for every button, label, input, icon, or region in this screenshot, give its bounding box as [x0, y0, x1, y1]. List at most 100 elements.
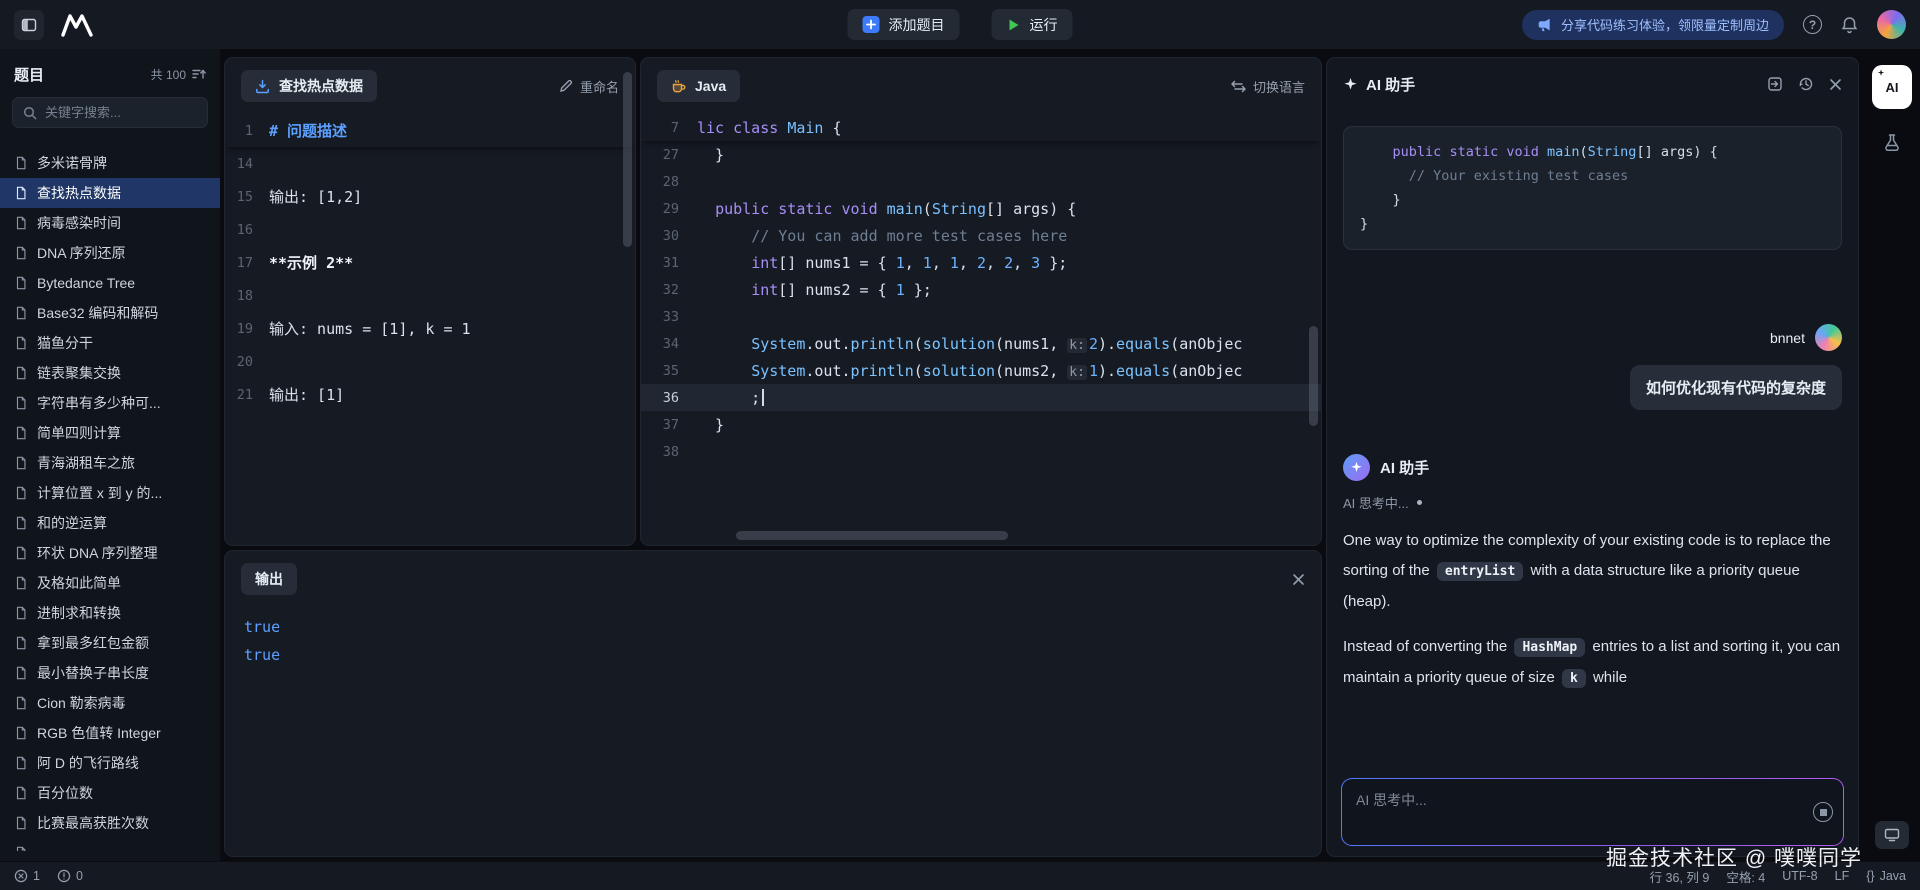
eol-setting[interactable]: LF	[1835, 869, 1850, 883]
markdown-line-text[interactable]: 输出: [1]	[269, 384, 635, 405]
sidebar-item[interactable]: Cion 勒索病毒	[0, 688, 220, 718]
sidebar-item-label: 链表聚集交换	[37, 363, 121, 383]
warnings-count: 0	[76, 869, 83, 883]
warnings-indicator[interactable]: 0	[57, 869, 83, 883]
line-number: 7	[641, 120, 697, 136]
sidebar-item[interactable]: 猫鱼分干	[0, 328, 220, 358]
code-line-text[interactable]: lic class Main {	[697, 119, 1321, 137]
sidebar-item[interactable]: 字符串有多少种可...	[0, 388, 220, 418]
editor-horizontal-scrollbar[interactable]	[736, 531, 1008, 540]
sidebar-item[interactable]: 简单四则计算	[0, 418, 220, 448]
markdown-line-text[interactable]: **示例 2**	[269, 252, 635, 273]
code-line-text[interactable]: int[] nums2 = { 1 };	[697, 281, 1321, 299]
search-input[interactable]	[45, 105, 195, 120]
panel-toggle-button[interactable]	[1875, 821, 1909, 849]
status-bar: 1 0 行 36, 列 9 空格: 4 UTF-8 LF {} Java	[0, 861, 1920, 890]
sidebar-item[interactable]: 链表聚集交换	[0, 358, 220, 388]
code-line: 33	[641, 303, 1321, 330]
indent-setting[interactable]: 空格: 4	[1726, 867, 1765, 886]
sidebar-item[interactable]: 百分位数	[0, 778, 220, 808]
switch-language-button[interactable]: 切换语言	[1231, 77, 1305, 96]
sidebar-toggle-button[interactable]	[14, 10, 44, 40]
output-tab[interactable]: 输出	[241, 563, 297, 595]
code-line-text[interactable]: System.out.println(solution(nums2, k:1).…	[697, 362, 1321, 380]
flask-icon	[1883, 133, 1901, 152]
sidebar-item[interactable]: 最小替换子串长度	[0, 658, 220, 688]
sidebar-item-label: 环状 DNA 序列整理	[37, 543, 158, 563]
output-lines: truetrue	[225, 607, 1321, 669]
sidebar-item[interactable]: 阿 D 的飞行路线	[0, 748, 220, 778]
editor-header: Java 切换语言	[641, 58, 1321, 114]
markdown-line-text[interactable]: # 问题描述	[269, 120, 635, 141]
problem-scrollbar[interactable]	[623, 72, 632, 247]
sidebar-item[interactable]: Bytedance Tree	[0, 268, 220, 298]
thinking-dot-icon	[1417, 500, 1422, 505]
sidebar-item[interactable]: 拿到最多红包金额	[0, 628, 220, 658]
help-icon[interactable]: ?	[1803, 15, 1822, 34]
export-chat-button[interactable]	[1767, 76, 1783, 92]
sidebar-item[interactable]: 进制求和转换	[0, 598, 220, 628]
language-mode[interactable]: {} Java	[1866, 869, 1906, 883]
code-line-text[interactable]: System.out.println(solution(nums1, k:2).…	[697, 335, 1321, 353]
megaphone-icon	[1537, 17, 1552, 32]
sidebar-item[interactable]: 计算位置 x 到 y 的...	[0, 478, 220, 508]
sidebar-item[interactable]: 多米诺骨牌	[0, 148, 220, 178]
sidebar-item[interactable]: 病毒感染时间	[0, 208, 220, 238]
problem-title-button[interactable]: 查找热点数据	[241, 70, 377, 102]
problem-panel: 查找热点数据 重命名 1# 问题描述1415输出: [1,2]1617**示例 …	[224, 57, 636, 546]
output-header: 输出	[225, 551, 1321, 607]
editor-vertical-scrollbar[interactable]	[1309, 326, 1318, 426]
promo-banner[interactable]: 分享代码练习体验，领限量定制周边	[1522, 10, 1784, 40]
ai-paragraphs: One way to optimize the complexity of yo…	[1343, 526, 1842, 694]
sidebar-header: 题目 共 100	[0, 57, 220, 91]
output-close-button[interactable]	[1292, 573, 1305, 586]
code-line-text[interactable]: // You can add more test cases here	[697, 227, 1321, 245]
sidebar-item-label: 病毒感染时间	[37, 213, 121, 233]
cursor-position[interactable]: 行 36, 列 9	[1650, 867, 1710, 886]
encoding[interactable]: UTF-8	[1782, 869, 1817, 883]
sidebar-item[interactable]: DNA 序列还原	[0, 238, 220, 268]
sidebar-item[interactable]: Base32 编码和解码	[0, 298, 220, 328]
markdown-line-text[interactable]: 输入: nums = [1], k = 1	[269, 318, 635, 339]
sidebar-title: 题目	[14, 64, 44, 85]
language-mode-label: Java	[1880, 869, 1906, 883]
sidebar-item[interactable]: 环状 DNA 序列整理	[0, 538, 220, 568]
ai-chat-input[interactable]	[1342, 779, 1843, 845]
sidebar-item[interactable]: 及格如此简单	[0, 568, 220, 598]
download-icon	[255, 79, 270, 94]
thinking-status: AI 思考中...	[1343, 493, 1842, 512]
warning-icon	[57, 869, 71, 883]
markdown-line-text[interactable]: 输出: [1,2]	[269, 186, 635, 207]
sidebar-item[interactable]	[0, 838, 220, 851]
rename-button[interactable]: 重命名	[559, 77, 619, 96]
code-line-text[interactable]: }	[697, 146, 1321, 164]
ai-response-paragraph: One way to optimize the complexity of yo…	[1343, 526, 1842, 617]
add-problem-button[interactable]: 添加题目	[848, 9, 960, 40]
sidebar-item[interactable]: 和的逆运算	[0, 508, 220, 538]
sidebar-item[interactable]: 比赛最高获胜次数	[0, 808, 220, 838]
history-button[interactable]	[1798, 76, 1814, 92]
code-line-text[interactable]: ;	[697, 389, 1321, 407]
stop-generating-button[interactable]	[1813, 802, 1833, 822]
code-line-text[interactable]: }	[697, 416, 1321, 434]
sidebar-item[interactable]: 青海湖租车之旅	[0, 448, 220, 478]
bell-icon[interactable]	[1841, 16, 1858, 34]
status-left: 1 0	[14, 869, 83, 883]
ai-panel-title: AI 助手	[1366, 74, 1415, 95]
code-line-text[interactable]: public static void main(String[] args) {	[697, 200, 1321, 218]
ai-toggle-button[interactable]: AI	[1872, 65, 1912, 109]
user-avatar[interactable]	[1877, 10, 1906, 39]
line-number: 15	[225, 189, 269, 205]
sidebar-item-label: 阿 D 的飞行路线	[37, 753, 139, 773]
app-logo[interactable]	[60, 12, 94, 38]
ai-close-button[interactable]	[1829, 78, 1842, 91]
lab-button[interactable]	[1883, 133, 1901, 152]
problem-count[interactable]: 共 100	[151, 66, 206, 83]
language-badge[interactable]: Java	[657, 70, 740, 102]
sidebar-item[interactable]: 查找热点数据	[0, 178, 220, 208]
run-button[interactable]: 运行	[992, 9, 1073, 40]
code-line-text[interactable]: int[] nums1 = { 1, 1, 1, 2, 2, 3 };	[697, 254, 1321, 272]
errors-indicator[interactable]: 1	[14, 869, 40, 883]
sidebar-item[interactable]: RGB 色值转 Integer	[0, 718, 220, 748]
problem-panel-header: 查找热点数据 重命名	[225, 58, 635, 114]
